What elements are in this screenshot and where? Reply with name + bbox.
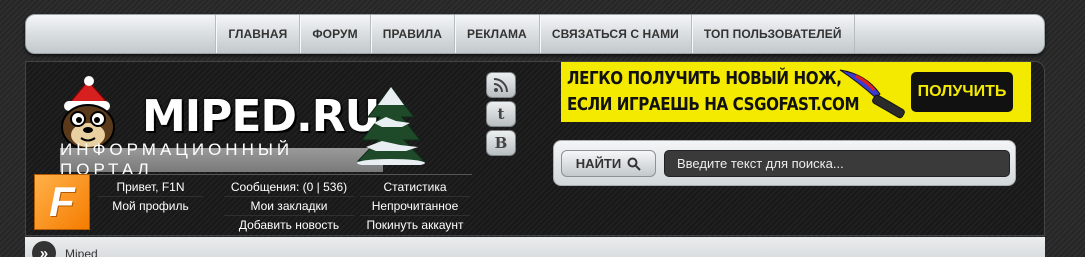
logout-link[interactable]: Покинуть аккаунт bbox=[360, 216, 470, 235]
ad-line-2: ЕСЛИ ИГРАЕШЬ НА CSGOFAST.COM bbox=[567, 94, 860, 115]
avatar-letter: F bbox=[49, 178, 75, 225]
messages-link[interactable]: Сообщения: (0 | 536) bbox=[224, 178, 354, 197]
nav-item-contact[interactable]: СВЯЗАТЬСЯ С НАМИ bbox=[538, 15, 691, 53]
nav-item-top-users[interactable]: ТОП ПОЛЬЗОВАТЕЛЕЙ bbox=[690, 15, 855, 53]
vk-button[interactable]: B bbox=[486, 130, 516, 156]
user-column-3: Статистика Непрочитанное Покинуть аккаун… bbox=[360, 178, 470, 235]
logo-title: MIPED.RU bbox=[142, 91, 380, 142]
nav-item-rules[interactable]: ПРАВИЛА bbox=[369, 15, 454, 53]
rss-icon bbox=[493, 78, 508, 93]
search-input[interactable] bbox=[664, 150, 1010, 177]
site-logo[interactable]: MIPED.RU ИНФОРМАЦИОННЫЙ ПОРТАЛ bbox=[56, 76, 426, 179]
top-navigation: ГЛАВНАЯ ФОРУМ ПРАВИЛА РЕКЛАМА СВЯЗАТЬСЯ … bbox=[25, 14, 1045, 54]
stats-link[interactable]: Статистика bbox=[360, 178, 470, 197]
search-box: НАЙТИ bbox=[553, 140, 1016, 186]
site-header: MIPED.RU ИНФОРМАЦИОННЫЙ ПОРТАЛ t B ЛЕГКО… bbox=[25, 61, 1045, 236]
bookmarks-link[interactable]: Мои закладки bbox=[224, 197, 354, 216]
ad-line-1: ЛЕГКО ПОЛУЧИТЬ НОВЫЙ НОЖ, bbox=[567, 68, 842, 89]
knife-icon bbox=[839, 69, 905, 119]
ad-cta-button[interactable]: ПОЛУЧИТЬ bbox=[911, 72, 1013, 112]
nav-list: ГЛАВНАЯ ФОРУМ ПРАВИЛА РЕКЛАМА СВЯЗАТЬСЯ … bbox=[215, 15, 855, 53]
avatar[interactable]: F bbox=[34, 174, 90, 230]
search-button[interactable]: НАЙТИ bbox=[561, 150, 656, 177]
twitter-button[interactable]: t bbox=[486, 101, 516, 127]
breadcrumb-link[interactable]: Miped bbox=[65, 247, 98, 257]
logo-subtitle: ИНФОРМАЦИОННЫЙ ПОРТАЛ bbox=[60, 140, 383, 179]
user-column-2: Сообщения: (0 | 536) Мои закладки Добави… bbox=[224, 178, 354, 235]
greeting-text: Привет, F1N bbox=[98, 178, 203, 197]
nav-item-advertising[interactable]: РЕКЛАМА bbox=[454, 15, 539, 53]
add-news-link[interactable]: Добавить новость bbox=[224, 216, 354, 235]
my-profile-link[interactable]: Мой профиль bbox=[98, 197, 203, 216]
unread-link[interactable]: Непрочитанное bbox=[360, 197, 470, 216]
rss-button[interactable] bbox=[486, 72, 516, 98]
social-links: t B bbox=[486, 72, 520, 159]
nav-item-forum[interactable]: ФОРУМ bbox=[299, 15, 369, 53]
christmas-tree-icon bbox=[356, 86, 426, 165]
search-button-label: НАЙТИ bbox=[575, 156, 622, 171]
nav-item-home[interactable]: ГЛАВНАЯ bbox=[215, 15, 299, 53]
double-chevron-icon: » bbox=[32, 241, 56, 257]
user-column-1: Привет, F1N Мой профиль bbox=[98, 178, 203, 216]
ad-text: ЛЕГКО ПОЛУЧИТЬ НОВЫЙ НОЖ, ЕСЛИ ИГРАЕШЬ Н… bbox=[567, 66, 860, 118]
search-icon bbox=[627, 157, 641, 171]
breadcrumb: » Miped bbox=[25, 237, 1045, 257]
divider bbox=[90, 174, 472, 175]
ad-banner[interactable]: ЛЕГКО ПОЛУЧИТЬ НОВЫЙ НОЖ, ЕСЛИ ИГРАЕШЬ Н… bbox=[561, 62, 1031, 122]
